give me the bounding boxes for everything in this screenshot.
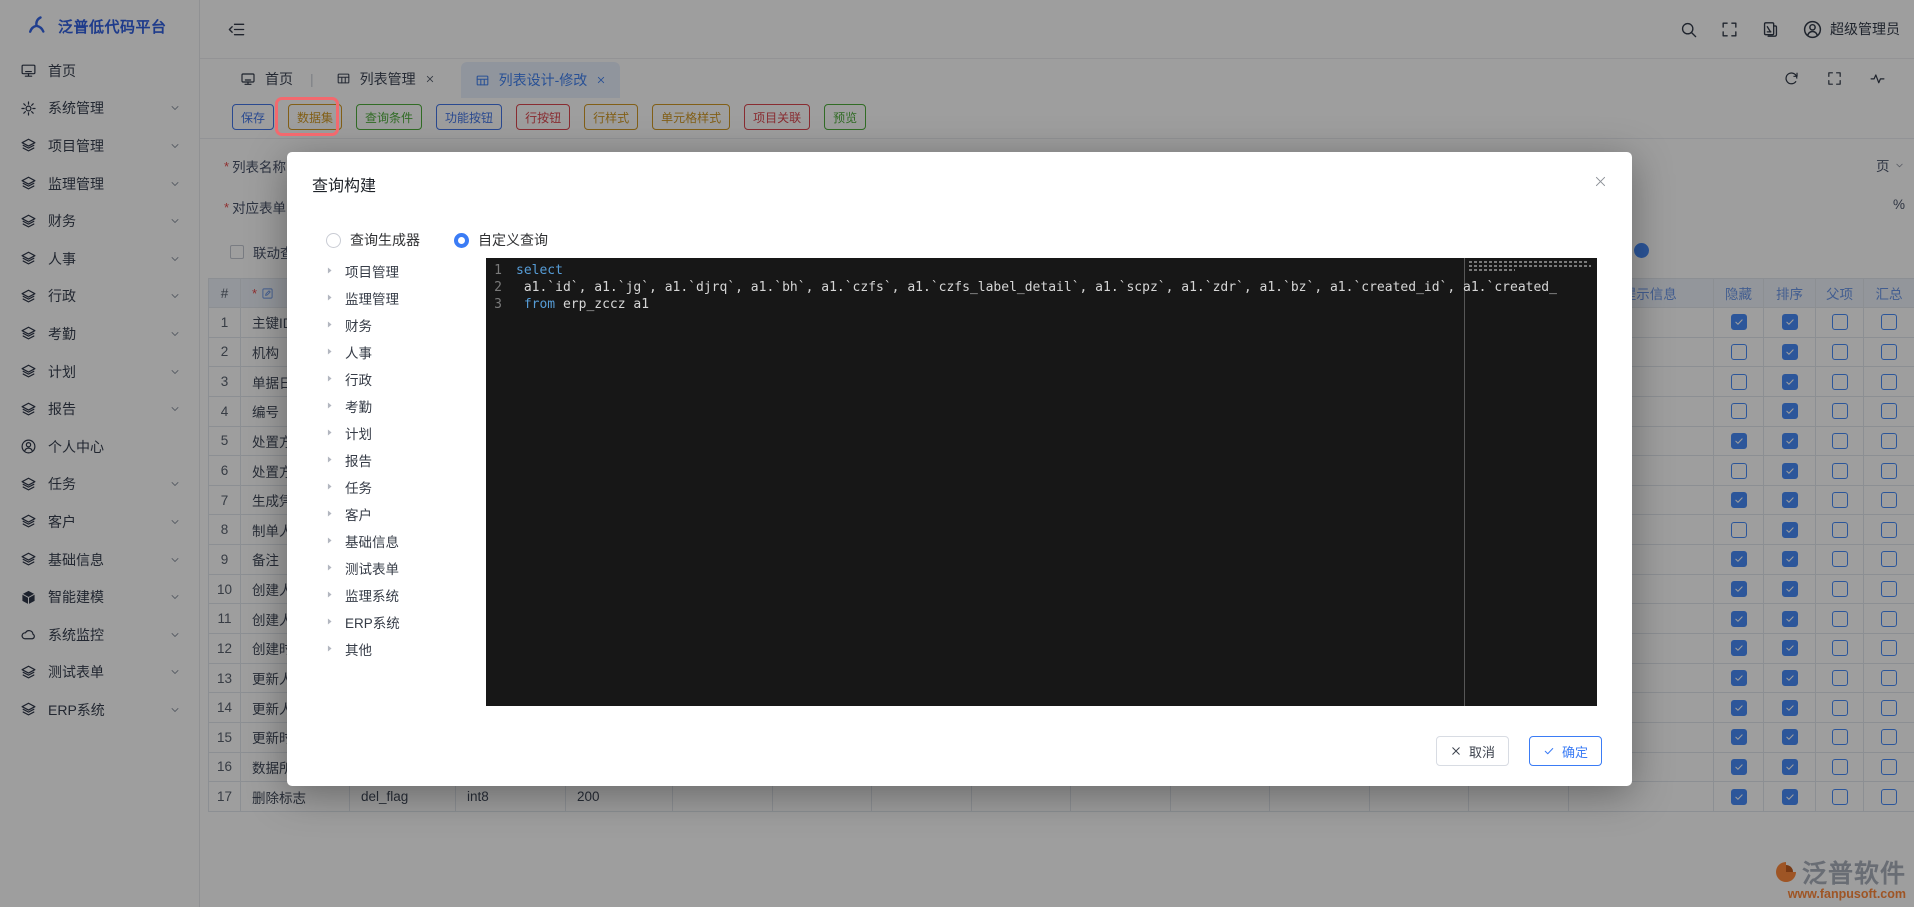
module-tree: 项目管理监理管理财务人事行政考勤计划报告任务客户基础信息测试表单监理系统 ERP系… [320, 257, 482, 662]
caret-right-icon[interactable] [324, 508, 335, 519]
caret-right-icon[interactable] [324, 292, 335, 303]
caret-right-icon[interactable] [324, 481, 335, 492]
tree-node-label: 客户 [345, 504, 372, 524]
caret-right-icon[interactable] [324, 400, 335, 411]
caret-right-icon[interactable] [324, 643, 335, 654]
line-number: 1 [486, 262, 516, 279]
tree-node-label: 计划 [345, 423, 372, 443]
radio-query-builder[interactable]: 查询生成器 [326, 230, 420, 250]
check-icon [1543, 745, 1555, 757]
code-line: 1select [486, 262, 1597, 279]
tree-node-label: 其他 [345, 639, 372, 659]
dataset-button-highlight-box [275, 97, 339, 136]
caret-right-icon[interactable] [324, 535, 335, 546]
tree-node[interactable]: 其他 [320, 635, 482, 662]
tree-node[interactable]: 基础信息 [320, 527, 482, 554]
tree-node-label: 项目管理 [345, 261, 399, 281]
modal-footer: 取消 确定 [1436, 736, 1602, 766]
modal-title: 查询构建 [312, 172, 376, 196]
tree-node-label: 监理管理 [345, 288, 399, 308]
tree-node[interactable]: 财务 [320, 311, 482, 338]
cancel-button[interactable]: 取消 [1436, 736, 1509, 766]
code-line: 2 a1.`id`, a1.`jg`, a1.`djrq`, a1.`bh`, … [486, 279, 1597, 296]
sql-editor[interactable]: 1select2 a1.`id`, a1.`jg`, a1.`djrq`, a1… [486, 258, 1597, 706]
tree-node[interactable]: 任务 [320, 473, 482, 500]
radio-icon [326, 233, 341, 248]
caret-right-icon[interactable] [324, 265, 335, 276]
tree-node-label: 考勤 [345, 396, 372, 416]
tree-node-label: 财务 [345, 315, 372, 335]
tree-node[interactable]: 计划 [320, 419, 482, 446]
confirm-button[interactable]: 确定 [1529, 736, 1602, 766]
tree-node[interactable]: 项目管理 [320, 257, 482, 284]
tree-node[interactable]: 客户 [320, 500, 482, 527]
tree-node-label: 行政 [345, 369, 372, 389]
tree-node-label: 人事 [345, 342, 372, 362]
tree-node-label: 基础信息 [345, 531, 399, 551]
app-root: 泛普低代码平台 首页系统管理项目管理监理管理财务人事行政考勤计划报告个人中心任务… [0, 0, 1914, 907]
query-mode-radios: 查询生成器 自定义查询 [326, 230, 548, 250]
tree-node-label: 任务 [345, 477, 372, 497]
caret-right-icon[interactable] [324, 319, 335, 330]
caret-right-icon[interactable] [324, 427, 335, 438]
close-icon[interactable] [1593, 174, 1608, 189]
radio-icon [454, 233, 469, 248]
code-line: 3 from erp_zccz a1 [486, 296, 1597, 313]
caret-right-icon[interactable] [324, 589, 335, 600]
tree-node-label: 监理系统 [345, 585, 399, 605]
radio-custom-query[interactable]: 自定义查询 [454, 230, 548, 250]
caret-right-icon[interactable] [324, 346, 335, 357]
tree-node-label: ERP系统 [345, 612, 400, 632]
caret-right-icon[interactable] [324, 562, 335, 573]
tree-node[interactable]: 考勤 [320, 392, 482, 419]
caret-right-icon[interactable] [324, 616, 335, 627]
tree-node[interactable]: 测试表单 [320, 554, 482, 581]
tree-node-label: 报告 [345, 450, 372, 470]
tree-node[interactable]: 行政 [320, 365, 482, 392]
editor-minimap[interactable] [1464, 258, 1594, 706]
tree-node[interactable]: 监理系统 [320, 581, 482, 608]
caret-right-icon[interactable] [324, 373, 335, 384]
close-icon [1450, 745, 1462, 757]
query-builder-modal: 查询构建 查询生成器 自定义查询 项目管理监理管理财务人事行政考勤计划报告任务客… [287, 152, 1632, 786]
sql-code: 1select2 a1.`id`, a1.`jg`, a1.`djrq`, a1… [486, 258, 1597, 313]
tree-node[interactable]: 报告 [320, 446, 482, 473]
line-number: 2 [486, 279, 516, 296]
tree-node[interactable]: 人事 [320, 338, 482, 365]
tree-node-label: 测试表单 [345, 558, 399, 578]
tree-node[interactable]: 监理管理 [320, 284, 482, 311]
line-number: 3 [486, 296, 516, 313]
tree-node[interactable]: ERP系统 [320, 608, 482, 635]
caret-right-icon[interactable] [324, 454, 335, 465]
